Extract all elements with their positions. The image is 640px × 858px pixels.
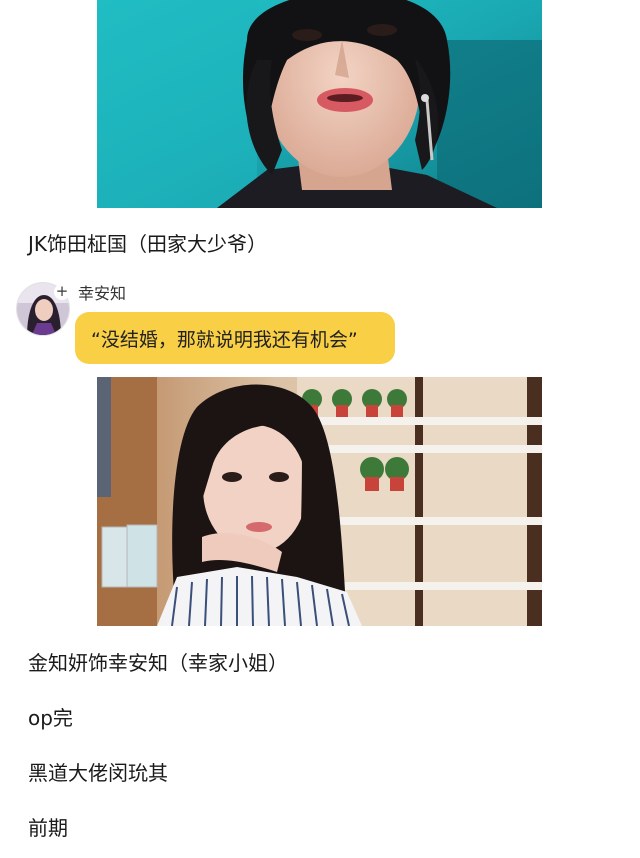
woman-portrait-photo (97, 377, 542, 626)
plus-icon[interactable]: + (54, 284, 70, 300)
text-early-stage: 前期 (28, 816, 68, 840)
caption-jk: JK饰田柾国（田家大少爷） (28, 232, 268, 256)
speaker-name: 幸安知 (78, 284, 127, 303)
text-gang-boss: 黑道大佬闵玧其 (28, 761, 168, 785)
text-op-end: op完 (28, 706, 73, 730)
chat-bubble: “没结婚，那就说明我还有机会” (75, 312, 395, 364)
caption-kim: 金知妍饰幸安知（幸家小姐） (28, 651, 288, 675)
chat-message: “没结婚，那就说明我还有机会” (91, 328, 358, 351)
man-closeup-photo (97, 0, 542, 208)
